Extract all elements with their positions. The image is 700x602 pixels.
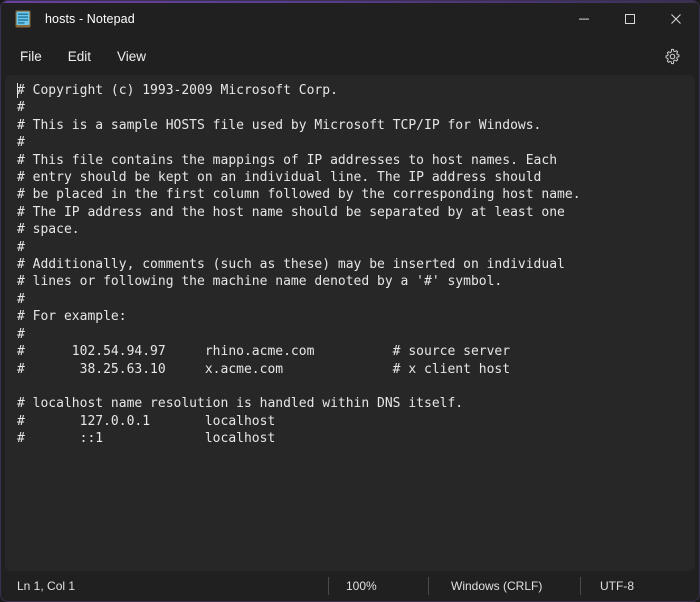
line-ending-status[interactable]: Windows (CRLF): [428, 571, 580, 601]
menu-item-view[interactable]: View: [104, 43, 159, 70]
zoom-level-status[interactable]: 100%: [328, 571, 428, 601]
close-button[interactable]: [653, 1, 699, 37]
gear-icon[interactable]: [655, 41, 689, 71]
minimize-button[interactable]: [561, 1, 607, 37]
text-editor-area[interactable]: # Copyright (c) 1993-2009 Microsoft Corp…: [5, 75, 695, 571]
menu-bar: File Edit View: [1, 37, 699, 75]
window-title: hosts - Notepad: [45, 12, 561, 26]
menu-item-edit[interactable]: Edit: [55, 43, 104, 70]
maximize-button[interactable]: [607, 1, 653, 37]
status-bar: Ln 1, Col 1 100% Windows (CRLF) UTF-8: [1, 571, 699, 601]
notepad-icon: [15, 10, 31, 28]
notepad-window: hosts - Notepad File Edit View: [0, 0, 700, 602]
text-caret: [17, 83, 18, 98]
editor-content[interactable]: # Copyright (c) 1993-2009 Microsoft Corp…: [5, 75, 695, 571]
caption-button-group: [561, 1, 699, 37]
menu-item-file[interactable]: File: [7, 43, 55, 70]
title-bar[interactable]: hosts - Notepad: [1, 1, 699, 37]
cursor-position-status[interactable]: Ln 1, Col 1: [1, 571, 328, 601]
encoding-status[interactable]: UTF-8: [580, 571, 634, 601]
